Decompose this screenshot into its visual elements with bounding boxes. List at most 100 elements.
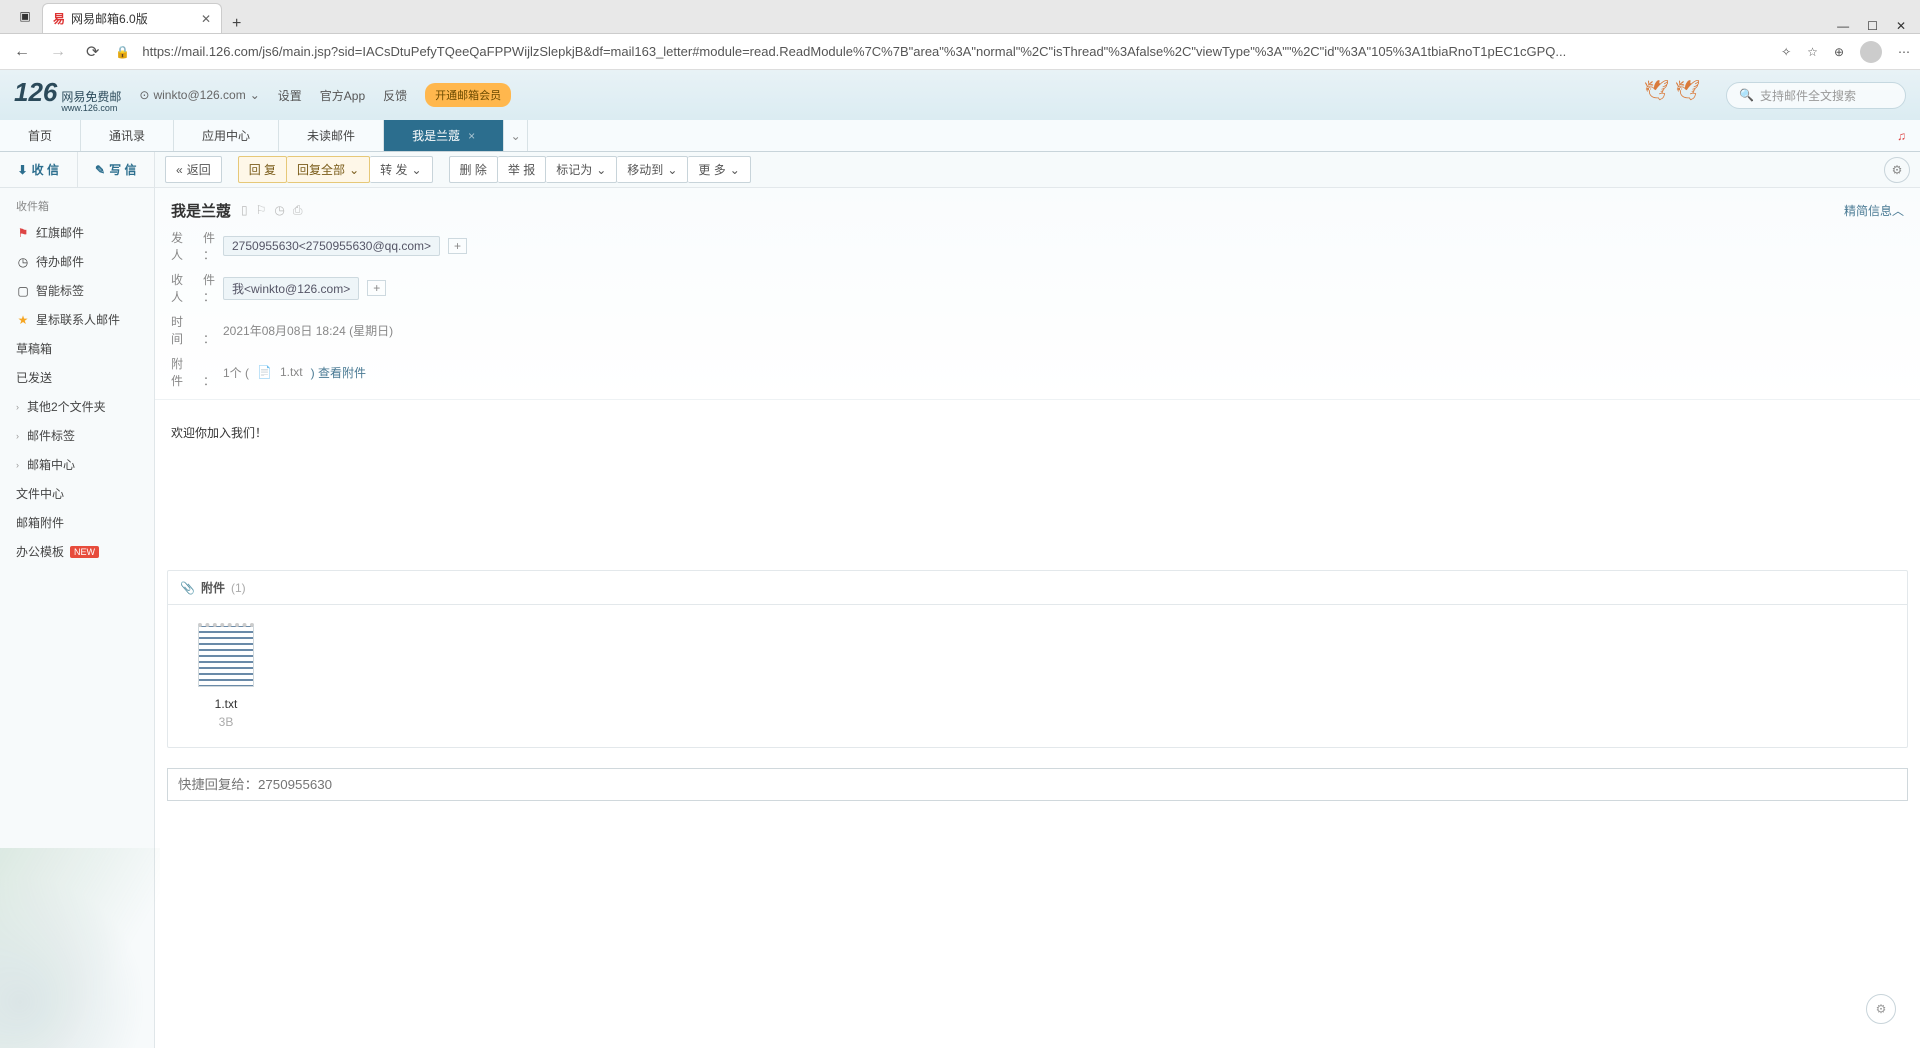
clock-icon: ◷ [16, 255, 30, 269]
logo-subtext: www.126.com [61, 103, 121, 113]
minimize-icon[interactable]: — [1837, 19, 1849, 33]
star-icon: ★ [16, 313, 30, 327]
paperclip-icon: 📎 [180, 581, 195, 595]
sidebar-item-flag[interactable]: ⚑红旗邮件 [0, 218, 154, 247]
reply-button[interactable]: 回 复 [238, 156, 287, 183]
favorite-icon[interactable]: ☆ [1807, 45, 1818, 59]
sidebar: ⬇ 收 信 ✎ 写 信 收件箱 ⚑红旗邮件 ◷待办邮件 ▢智能标签 ★星标联系人… [0, 152, 155, 1048]
tab-current[interactable]: 我是兰蔻 × [384, 120, 504, 151]
flag-icon: ⚑ [16, 226, 30, 240]
brief-info-toggle[interactable]: 精简信息︿ [1844, 202, 1904, 219]
browser-tab-strip: ▣ 易 网易邮箱6.0版 ✕ + — ☐ ✕ [0, 0, 1920, 34]
more-icon[interactable]: ⋯ [1898, 45, 1910, 59]
receive-button[interactable]: ⬇ 收 信 [0, 152, 78, 187]
message-subject: 我是兰蔻 [171, 200, 231, 221]
tab-current-label: 我是兰蔻 [412, 127, 460, 144]
favicon-icon: 易 [53, 10, 65, 27]
floating-gear-icon[interactable]: ⚙ [1866, 994, 1896, 1024]
logo-number: 126 [14, 77, 57, 108]
mark-button[interactable]: 标记为 ⌄ [546, 156, 617, 183]
compose-button[interactable]: ✎ 写 信 [78, 152, 155, 187]
sidebar-item-smart[interactable]: ▢智能标签 [0, 276, 154, 305]
add-recipient-button[interactable]: + [367, 280, 386, 296]
quick-reply [167, 768, 1908, 801]
refresh-icon[interactable]: ⟳ [82, 42, 103, 62]
tab-unread[interactable]: 未读邮件 [279, 120, 384, 151]
flag-outline-icon[interactable]: ⚐ [256, 203, 267, 218]
tag-icon: ▢ [16, 284, 30, 298]
tab-close-icon[interactable]: × [468, 129, 475, 143]
message-body: 欢迎你加入我们！ [155, 400, 1920, 560]
bookmark-icon[interactable]: ▯ [241, 203, 248, 218]
chevron-down-icon: ⌄ [411, 163, 421, 177]
gear-icon[interactable]: ⚙ [1884, 157, 1910, 183]
lock-icon: 🔒 [115, 45, 130, 59]
profile-avatar[interactable] [1860, 41, 1882, 63]
logo-text: 网易免费邮 [61, 91, 121, 103]
mail-header: 126 网易免费邮 www.126.com ⊙ winkto@126.com ⌄… [0, 70, 1920, 120]
music-icon[interactable]: ♫ [1883, 120, 1920, 151]
maximize-icon[interactable]: ☐ [1867, 19, 1878, 33]
attachment-item[interactable]: 1.txt 3B [186, 623, 266, 729]
vip-button[interactable]: 开通邮箱会员 [425, 83, 511, 107]
app-link[interactable]: 官方App [320, 87, 365, 104]
settings-link[interactable]: 设置 [278, 87, 302, 104]
tab-overview-icon[interactable]: ▣ [8, 0, 42, 33]
collections-icon[interactable]: ⊕ [1834, 45, 1844, 59]
forward-icon: → [46, 43, 70, 61]
tab-home[interactable]: 首页 [0, 120, 81, 151]
print-icon[interactable]: ⎙ [293, 203, 303, 218]
sidebar-item-other[interactable]: ›其他2个文件夹 [0, 392, 154, 421]
att-summary: 1个 ( [223, 364, 249, 381]
reader-icon[interactable]: ✧ [1781, 45, 1791, 59]
sidebar-item-todo[interactable]: ◷待办邮件 [0, 247, 154, 276]
sidebar-item-center[interactable]: ›邮箱中心 [0, 450, 154, 479]
search-placeholder: 支持邮件全文搜索 [1760, 87, 1856, 104]
reading-pane: «返回 回 复 回复全部 ⌄ 转 发 ⌄ 删 除 举 报 标记为 ⌄ 移动到 ⌄… [155, 152, 1920, 1048]
close-icon[interactable]: ✕ [201, 12, 211, 26]
tab-contacts[interactable]: 通讯录 [81, 120, 174, 151]
sidebar-item-tpl[interactable]: 办公模板 NEW [0, 537, 154, 566]
back-icon[interactable]: ← [10, 43, 34, 61]
search-box[interactable]: 🔍 支持邮件全文搜索 [1726, 82, 1906, 109]
quick-reply-input[interactable] [167, 768, 1908, 801]
user-email-dropdown[interactable]: ⊙ winkto@126.com ⌄ [139, 88, 259, 102]
browser-tab[interactable]: 易 网易邮箱6.0版 ✕ [42, 3, 222, 33]
view-attachments-link[interactable]: ) 查看附件 [311, 364, 366, 381]
att-filename[interactable]: 1.txt [280, 365, 303, 379]
from-chip[interactable]: 2750955630<2750955630@qq.com> [223, 236, 440, 256]
chevron-down-icon: ⌄ [667, 163, 677, 177]
close-window-icon[interactable]: ✕ [1896, 19, 1906, 33]
coin-icon: ⊙ [139, 88, 149, 102]
move-button[interactable]: 移动到 ⌄ [617, 156, 688, 183]
sidebar-item-sent[interactable]: 已发送 [0, 363, 154, 392]
add-contact-button[interactable]: + [448, 238, 467, 254]
main-tabs: 首页 通讯录 应用中心 未读邮件 我是兰蔻 × ⌄ ♫ [0, 120, 1920, 152]
delete-button[interactable]: 删 除 [449, 156, 498, 183]
chevron-down-icon: ⌄ [730, 163, 740, 177]
sidebar-item-files[interactable]: 文件中心 [0, 479, 154, 508]
sidebar-inbox-header[interactable]: 收件箱 [0, 188, 154, 218]
clock-outline-icon[interactable]: ◷ [274, 203, 284, 218]
feedback-link[interactable]: 反馈 [383, 87, 407, 104]
back-button[interactable]: «返回 [165, 156, 222, 183]
to-chip[interactable]: 我<winkto@126.com> [223, 277, 359, 300]
sidebar-item-star[interactable]: ★星标联系人邮件 [0, 305, 154, 334]
reply-all-button[interactable]: 回复全部 ⌄ [287, 156, 370, 183]
logo[interactable]: 126 网易免费邮 www.126.com [14, 77, 121, 113]
url-text[interactable]: https://mail.126.com/js6/main.jsp?sid=IA… [142, 44, 1769, 59]
sidebar-item-draft[interactable]: 草稿箱 [0, 334, 154, 363]
attachments-title: 附件 [201, 579, 225, 596]
sidebar-item-att[interactable]: 邮箱附件 [0, 508, 154, 537]
more-button[interactable]: 更 多 ⌄ [688, 156, 750, 183]
sidebar-item-tags[interactable]: ›邮件标签 [0, 421, 154, 450]
report-button[interactable]: 举 报 [498, 156, 546, 183]
caret-icon: › [16, 431, 19, 441]
chevron-down-icon: ⌄ [596, 163, 606, 177]
time-label: 时 间： [171, 313, 215, 347]
attachment-size: 3B [186, 715, 266, 729]
new-tab-button[interactable]: + [222, 15, 251, 33]
tab-apps[interactable]: 应用中心 [174, 120, 279, 151]
forward-button[interactable]: 转 发 ⌄ [370, 156, 432, 183]
tab-more-dropdown[interactable]: ⌄ [504, 120, 528, 151]
